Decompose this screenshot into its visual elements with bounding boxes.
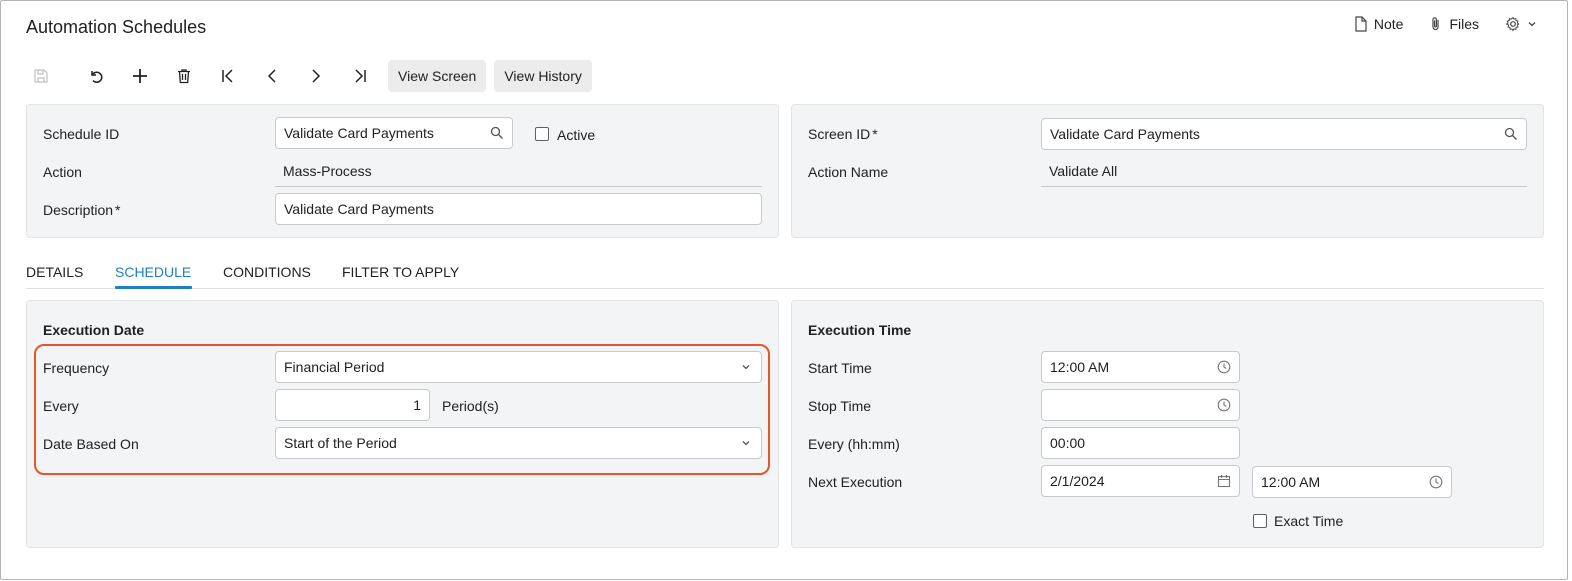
undo-button[interactable] — [74, 60, 118, 92]
start-time-value: 12:00 AM — [1050, 359, 1110, 375]
screen-id-label-text: Screen ID — [808, 126, 871, 142]
execution-date-title: Execution Date — [43, 322, 145, 338]
description-value: Validate Card Payments — [284, 201, 434, 217]
settings-menu-button[interactable] — [1505, 16, 1537, 32]
schedule-id-selector[interactable]: Validate Card Payments — [275, 117, 513, 149]
action-value: Mass-Process — [275, 155, 762, 187]
files-button[interactable]: Files — [1429, 16, 1479, 32]
tab-details[interactable]: DETAILS — [26, 264, 83, 280]
app-window: Automation Schedules Note Files View Scr… — [0, 0, 1568, 580]
gear-icon — [1505, 16, 1520, 32]
tab-bar: DETAILS SCHEDULE CONDITIONS FILTER TO AP… — [26, 258, 1544, 289]
clock-icon — [1429, 475, 1443, 489]
next-execution-date-field[interactable]: 2/1/2024 — [1041, 465, 1240, 497]
calendar-icon — [1217, 474, 1231, 488]
every-hhmm-field[interactable]: 00:00 — [1041, 427, 1240, 459]
previous-record-button[interactable] — [250, 60, 294, 92]
note-label: Note — [1373, 16, 1404, 32]
action-name-value: Validate All — [1041, 155, 1527, 187]
top-right-actions: Note Files — [1354, 16, 1537, 32]
summary-right-panel: Screen ID * Validate Card Payments Action… — [791, 104, 1544, 238]
undo-icon — [91, 71, 103, 83]
required-marker: * — [115, 202, 121, 218]
page-title: Automation Schedules — [26, 17, 207, 37]
view-screen-button[interactable]: View Screen — [388, 60, 487, 92]
next-execution-date-value: 2/1/2024 — [1050, 473, 1105, 489]
summary-left-panel: Schedule ID Validate Card Payments Activ… — [26, 104, 779, 238]
exact-time-label: Exact Time — [1274, 513, 1344, 529]
description-field[interactable]: Validate Card Payments — [275, 193, 762, 225]
view-history-button[interactable]: View History — [494, 60, 592, 92]
schedule-id-value: Validate Card Payments — [284, 125, 434, 141]
required-marker: * — [872, 126, 878, 142]
next-execution-label: Next Execution — [808, 474, 903, 490]
chevron-right-icon — [312, 69, 321, 83]
first-icon — [222, 69, 233, 83]
toolbar: View Screen View History — [30, 60, 592, 92]
action-label: Action — [43, 164, 82, 180]
highlight-frame — [34, 344, 770, 475]
save-button[interactable] — [30, 60, 52, 92]
description-label: Description * — [43, 202, 120, 218]
active-tab-indicator — [115, 286, 192, 289]
clock-icon — [1217, 398, 1231, 412]
delete-button[interactable] — [162, 60, 206, 92]
execution-time-panel: Execution Time Start Time 12:00 AM Stop … — [791, 300, 1544, 548]
chevron-left-icon — [267, 69, 276, 83]
last-record-button[interactable] — [338, 60, 382, 92]
stop-time-field[interactable] — [1041, 389, 1240, 421]
next-execution-time-value: 12:00 AM — [1261, 474, 1321, 490]
active-checkbox[interactable] — [535, 127, 549, 141]
tab-conditions[interactable]: CONDITIONS — [223, 264, 311, 280]
exact-time-checkbox[interactable] — [1253, 514, 1267, 528]
active-label: Active — [557, 127, 596, 143]
plus-icon — [133, 69, 147, 83]
schedule-id-label: Schedule ID — [43, 126, 120, 142]
search-icon — [1504, 127, 1518, 141]
execution-time-title: Execution Time — [808, 322, 912, 338]
save-icon — [34, 69, 48, 83]
tab-schedule[interactable]: SCHEDULE — [115, 264, 191, 280]
chevron-down-icon — [1528, 22, 1536, 27]
clock-icon — [1217, 360, 1231, 374]
paperclip-icon — [1432, 17, 1440, 31]
document-icon — [1355, 16, 1367, 32]
screen-id-selector[interactable]: Validate Card Payments — [1041, 118, 1527, 150]
stop-time-label: Stop Time — [808, 398, 872, 414]
start-time-label: Start Time — [808, 360, 872, 376]
every-hhmm-value: 00:00 — [1050, 435, 1086, 451]
last-icon — [355, 69, 366, 83]
start-time-field[interactable]: 12:00 AM — [1041, 351, 1240, 383]
screen-id-value: Validate Card Payments — [1050, 126, 1200, 142]
trash-icon — [178, 69, 190, 84]
first-record-button[interactable] — [206, 60, 250, 92]
note-button[interactable]: Note — [1354, 16, 1404, 32]
description-label-text: Description — [43, 202, 114, 218]
next-record-button[interactable] — [294, 60, 338, 92]
tab-filter-to-apply[interactable]: FILTER TO APPLY — [342, 264, 459, 280]
search-icon — [490, 126, 504, 140]
action-name-label: Action Name — [808, 164, 889, 180]
screen-id-label: Screen ID * — [808, 126, 878, 142]
every-hhmm-label: Every (hh:mm) — [808, 436, 900, 452]
next-execution-time-field[interactable]: 12:00 AM — [1252, 466, 1452, 498]
add-button[interactable] — [118, 60, 162, 92]
files-label: Files — [1449, 16, 1479, 32]
